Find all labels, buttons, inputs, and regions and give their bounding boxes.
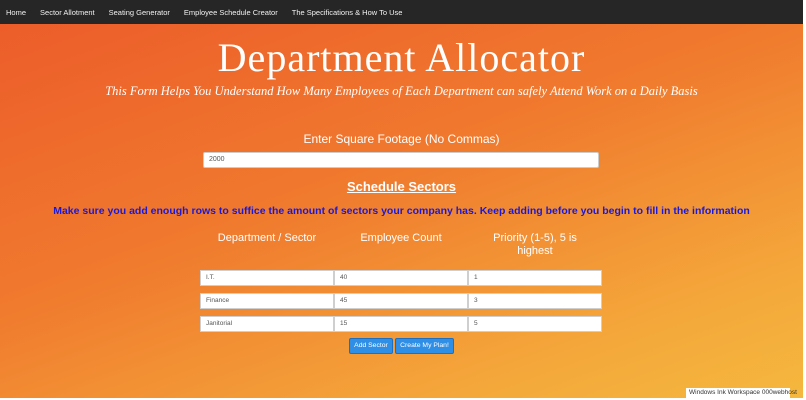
- add-sector-button[interactable]: Add Sector: [349, 338, 393, 354]
- page-subtitle: This Form Helps You Understand How Many …: [105, 84, 698, 98]
- row-1-count-input[interactable]: 40: [334, 270, 468, 286]
- sqft-label: Enter Square Footage (No Commas): [303, 132, 500, 146]
- nav-home[interactable]: Home: [6, 8, 26, 17]
- row-1-department-input[interactable]: I.T.: [200, 270, 334, 286]
- nav-employee-schedule-creator[interactable]: Employee Schedule Creator: [184, 8, 278, 17]
- column-header-priority: Priority (1-5), 5 is highest: [493, 232, 577, 257]
- navbar: Home Sector Allotment Seating Generator …: [0, 0, 803, 24]
- row-3-count-input[interactable]: 15: [334, 316, 468, 332]
- sqft-input[interactable]: 2000: [203, 152, 599, 168]
- nav-seating-generator[interactable]: Seating Generator: [109, 8, 170, 17]
- column-header-employee-count: Employee Count: [360, 232, 442, 244]
- row-2-priority-input[interactable]: 3: [468, 293, 602, 309]
- create-plan-button[interactable]: Create My Plan!: [395, 338, 454, 354]
- column-header-department: Department / Sector: [217, 232, 317, 244]
- windows-ink-badge[interactable]: Windows Ink Workspace 000webhost: [686, 388, 797, 398]
- page-background: Home Sector Allotment Seating Generator …: [0, 0, 803, 398]
- row-1-priority-input[interactable]: 1: [468, 270, 602, 286]
- schedule-heading: Schedule Sectors: [346, 179, 457, 194]
- row-3-priority-input[interactable]: 5: [468, 316, 602, 332]
- row-2-count-input[interactable]: 45: [334, 293, 468, 309]
- nav-sector-allotment[interactable]: Sector Allotment: [40, 8, 95, 17]
- warning-text: Make sure you add enough rows to suffice…: [53, 205, 750, 217]
- nav-specifications[interactable]: The Specifications & How To Use: [292, 8, 403, 17]
- row-3-department-input[interactable]: Janitorial: [200, 316, 334, 332]
- row-2-department-input[interactable]: Finance: [200, 293, 334, 309]
- page-title: Department Allocator: [217, 35, 586, 80]
